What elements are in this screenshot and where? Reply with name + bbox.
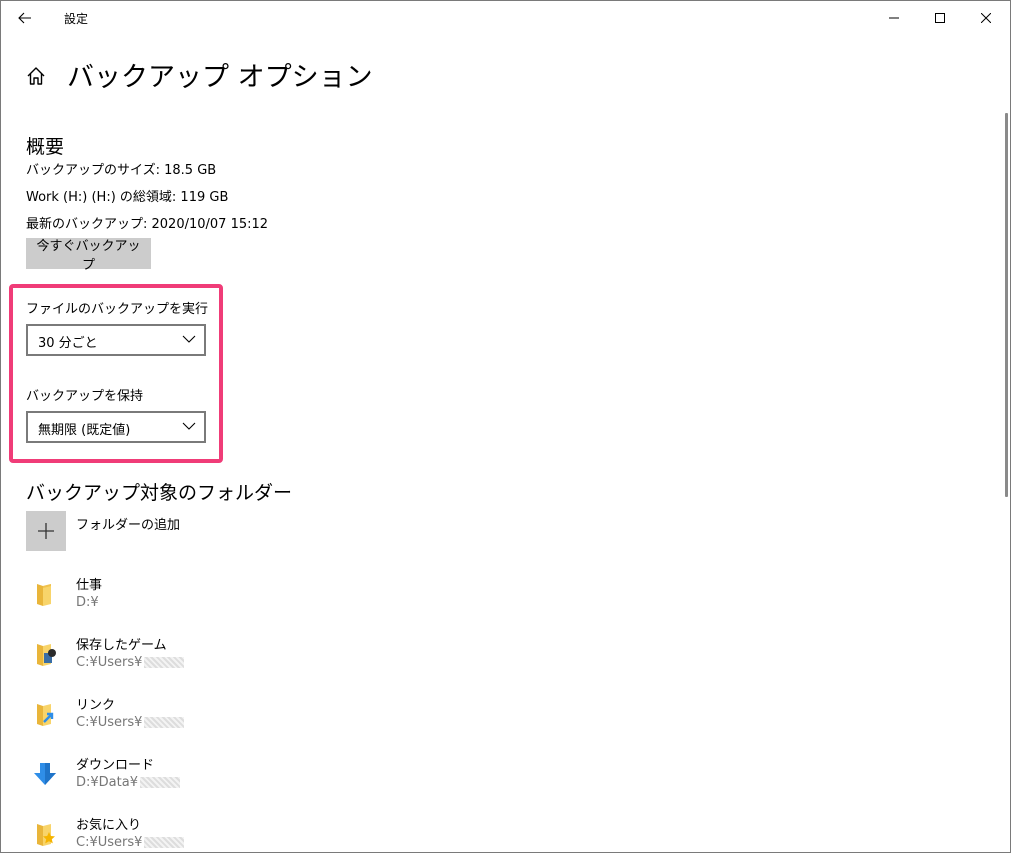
keep-backup-label: バックアップを保持 xyxy=(26,389,144,404)
folder-item-downloads[interactable]: ダウンロード D:¥Data¥ xyxy=(26,754,326,800)
chevron-down-icon xyxy=(182,335,196,343)
home-button[interactable] xyxy=(25,65,47,87)
folder-path-text: C:¥Users¥ xyxy=(76,715,143,730)
folder-path: C:¥Users¥ xyxy=(76,655,185,670)
close-icon xyxy=(981,12,991,23)
chevron-down-icon xyxy=(182,422,196,430)
add-folder-button[interactable] xyxy=(26,511,66,551)
run-backup-dropdown[interactable]: 30 分ごと xyxy=(26,324,206,356)
redacted-username xyxy=(144,717,185,728)
back-arrow-icon xyxy=(18,12,31,24)
close-button[interactable] xyxy=(963,1,1009,34)
folder-path-text: C:¥Users¥ xyxy=(76,655,143,670)
settings-window: 設定 バックアップ オプション 概要 バックアップのサイズ: 18.5 GB W… xyxy=(0,0,1011,853)
folder-item-favorites[interactable]: お気に入り C:¥Users¥ xyxy=(26,814,326,852)
add-folder-label[interactable]: フォルダーの追加 xyxy=(76,514,180,533)
download-icon xyxy=(34,763,56,785)
redacted-username xyxy=(139,777,180,788)
vertical-scrollbar[interactable] xyxy=(1005,113,1008,497)
saved-games-icon xyxy=(37,644,56,666)
run-backup-value: 30 分ごと xyxy=(38,336,98,351)
folder-path: C:¥Users¥ xyxy=(76,835,185,850)
folder-name: 仕事 xyxy=(76,578,103,593)
folder-path-text: D:¥Data¥ xyxy=(76,775,138,790)
maximize-button[interactable] xyxy=(917,1,963,34)
maximize-icon xyxy=(935,12,945,23)
folder-path-text: C:¥Users¥ xyxy=(76,835,143,850)
folder-path: D:¥Data¥ xyxy=(76,775,180,790)
folder-name: ダウンロード xyxy=(76,758,155,773)
window-title: 設定 xyxy=(64,12,89,26)
folder-item-work[interactable]: 仕事 D:¥ xyxy=(26,574,326,620)
page-title: バックアップ オプション xyxy=(67,62,373,93)
total-space-text: Work (H:) (H:) の総領域: 119 GB xyxy=(26,190,229,205)
folder-path: C:¥Users¥ xyxy=(76,715,185,730)
folder-name: 保存したゲーム xyxy=(76,638,167,653)
folders-heading: バックアップ対象のフォルダー xyxy=(26,482,293,504)
minimize-icon xyxy=(889,17,899,18)
back-button[interactable] xyxy=(9,3,41,33)
title-bar: 設定 xyxy=(1,1,1010,35)
overview-heading: 概要 xyxy=(26,136,65,158)
backup-size-text: バックアップのサイズ: 18.5 GB xyxy=(26,163,217,178)
minimize-button[interactable] xyxy=(871,1,917,34)
folder-item-links[interactable]: リンク C:¥Users¥ xyxy=(26,694,326,740)
folder-name: お気に入り xyxy=(76,818,142,833)
home-icon xyxy=(27,67,45,85)
latest-backup-text: 最新のバックアップ: 2020/10/07 15:12 xyxy=(26,217,269,232)
links-folder-icon xyxy=(37,704,54,726)
favorites-folder-icon xyxy=(37,824,55,846)
keep-backup-dropdown[interactable]: 無期限 (既定値) xyxy=(26,411,206,443)
folder-icon xyxy=(37,584,51,606)
redacted-username xyxy=(144,657,185,668)
plus-icon xyxy=(38,523,54,539)
run-backup-label: ファイルのバックアップを実行 xyxy=(26,302,209,317)
redacted-username xyxy=(144,837,185,848)
folder-name: リンク xyxy=(76,698,116,713)
keep-backup-value: 無期限 (既定値) xyxy=(38,423,131,438)
folder-item-saved-games[interactable]: C:¥Users¥ 保存したゲーム xyxy=(26,634,326,680)
folder-path: D:¥ xyxy=(76,595,99,610)
backup-now-button[interactable]: 今すぐバックアップ xyxy=(26,238,151,273)
